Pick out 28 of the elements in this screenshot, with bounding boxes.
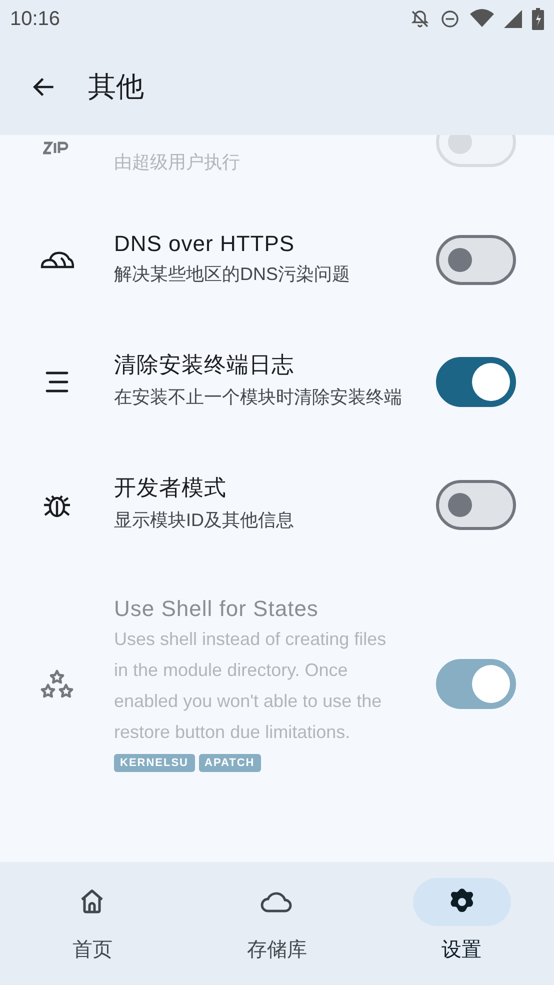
tag: KERNELSU [114, 754, 195, 772]
tag: APATCH [198, 754, 261, 772]
bell-off-icon [410, 9, 430, 29]
signal-icon [504, 10, 522, 28]
lines-icon [44, 370, 70, 392]
setting-title: Use Shell for States [114, 596, 320, 622]
setting-description: Uses shell instead of creating files in the module directory. Once enabled you won't able to use the restore button due limitations. [114, 628, 388, 744]
page-title: 其他 [88, 70, 144, 104]
stars-icon [39, 668, 75, 700]
nav-tab[interactable]: 存储库 [184, 862, 370, 985]
setting-description: 显示模块ID及其他信息 [114, 509, 295, 532]
status-time: 10:16 [10, 8, 60, 30]
zip-icon [43, 141, 71, 155]
cloud-icon [40, 250, 74, 270]
setting-title: 清除安装终端日志 [114, 351, 295, 379]
setting-description: 解决某些地区的DNS污染问题 [114, 262, 352, 286]
toggle-switch[interactable] [436, 480, 516, 530]
toggle-switch[interactable] [436, 356, 516, 406]
nav-tab[interactable]: 首页 [0, 862, 185, 985]
wifi-icon [470, 9, 494, 29]
setting-title: DNS over HTTPS [114, 230, 296, 256]
setting-description: 在安装不止一个模块时清除安装终端 [114, 386, 402, 409]
do-not-disturb-icon [440, 9, 460, 29]
toggle-switch[interactable] [436, 235, 516, 285]
setting-description: 由超级用户执行 [114, 151, 241, 174]
battery-icon [532, 8, 544, 30]
setting-title: 开发者模式 [114, 474, 228, 502]
nav-tab[interactable]: 设置 [369, 862, 554, 985]
